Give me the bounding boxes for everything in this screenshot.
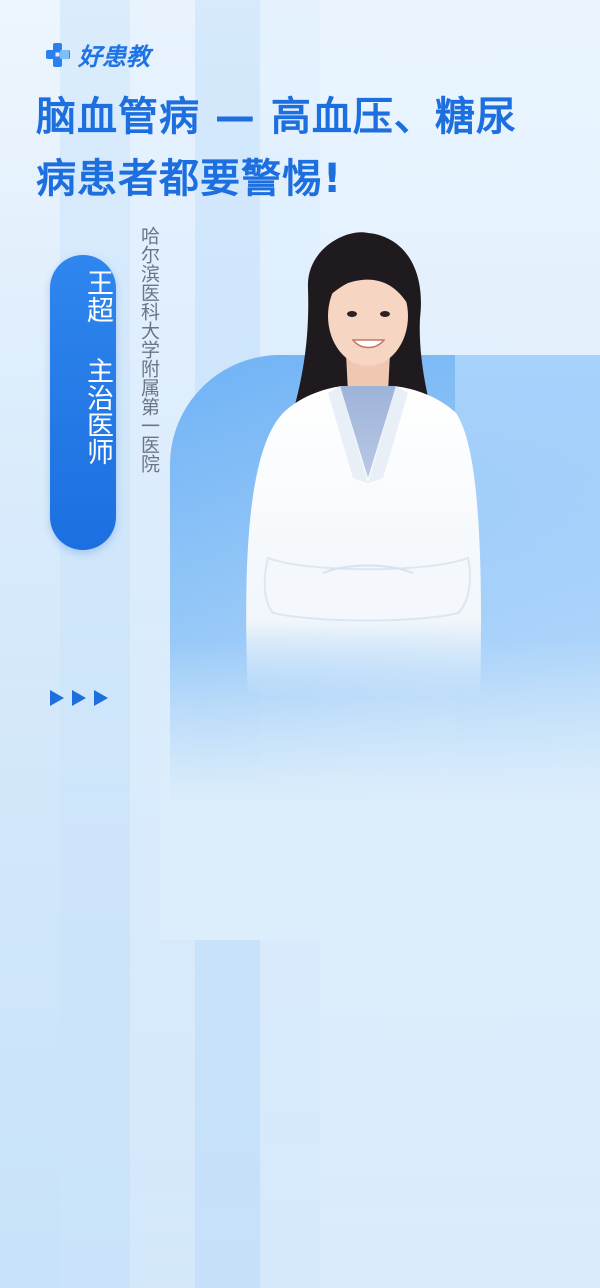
headline-line-2: 病患者都要警惕! <box>36 156 343 202</box>
hospital-name: 哈尔滨医科大学附属第一医院 <box>138 226 160 473</box>
arrow-icon <box>72 690 86 706</box>
headline: 脑血管病 — 高血压、糖尿 病患者都要警惕! <box>36 86 588 210</box>
headline-line-1: 脑血管病 — 高血压、糖尿 <box>36 94 517 140</box>
poster: 好患教 脑血管病 — 高血压、糖尿 病患者都要警惕! 王超 主治医师 哈尔滨医科… <box>0 0 600 1288</box>
doctor-title: 主治医师 <box>82 357 113 465</box>
doctor-portrait-image <box>246 232 481 698</box>
doctor-name: 王超 <box>82 269 113 323</box>
medical-cross-logo-icon <box>46 42 70 67</box>
doctor-name-pill: 王超 主治医师 <box>50 255 116 550</box>
arrow-icon <box>50 690 64 706</box>
brand-logo: 好患教 <box>44 37 150 72</box>
background-fade <box>160 640 600 940</box>
brand-name: 好患教 <box>78 43 150 71</box>
arrow-icon <box>94 690 108 706</box>
triple-play-arrows-icon <box>50 690 108 706</box>
